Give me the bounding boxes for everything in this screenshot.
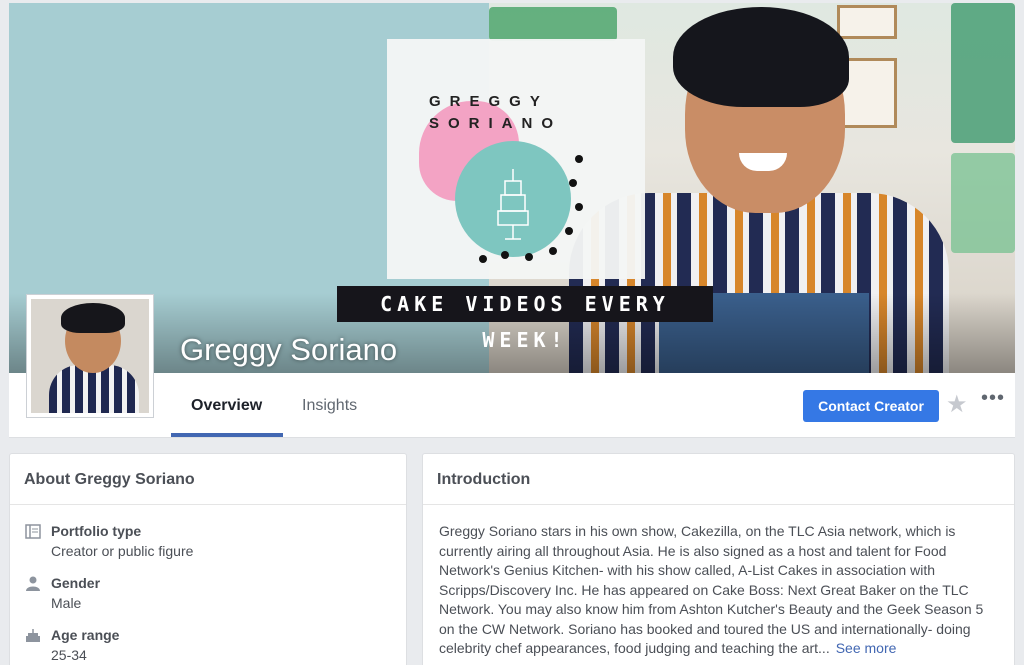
about-value: 25-34 xyxy=(51,647,87,663)
cake-logo-icon xyxy=(497,169,529,240)
introduction-card: Introduction Greggy Soriano stars in his… xyxy=(422,453,1015,665)
decor-dot xyxy=(501,251,509,259)
more-options-icon[interactable]: ••• xyxy=(981,387,1005,410)
decor-dot xyxy=(569,179,577,187)
cake-icon xyxy=(24,628,42,644)
profile-nav: Overview Insights Contact Creator ★ ••• xyxy=(9,373,1015,438)
person-hair xyxy=(673,7,849,107)
see-more-link[interactable]: See more xyxy=(836,640,897,656)
about-card: About Greggy Soriano Portfolio type Crea… xyxy=(9,453,407,665)
cover-banner: CAKE VIDEOS EVERY WEEK! xyxy=(337,286,713,352)
portfolio-icon xyxy=(24,524,42,540)
plant-decor xyxy=(489,7,617,41)
decor-dot xyxy=(479,255,487,263)
introduction-title: Introduction xyxy=(423,454,1014,505)
about-value: Creator or public figure xyxy=(51,543,194,559)
star-icon[interactable]: ★ xyxy=(946,390,968,419)
decor-dot xyxy=(575,203,583,211)
tab-overview[interactable]: Overview xyxy=(191,397,262,415)
about-label: Gender xyxy=(51,575,101,591)
avatar[interactable] xyxy=(26,294,154,418)
plant-decor xyxy=(951,153,1015,253)
decor-dot xyxy=(549,247,557,255)
contact-creator-button[interactable]: Contact Creator xyxy=(803,390,939,422)
decor-dot xyxy=(565,227,573,235)
decor-dot xyxy=(575,155,583,163)
active-tab-indicator xyxy=(171,433,283,437)
wall-frame xyxy=(837,5,897,39)
plant-decor xyxy=(951,3,1015,143)
person-icon xyxy=(24,576,42,592)
decor-dot xyxy=(525,253,533,261)
introduction-body: Greggy Soriano stars in his own show, Ca… xyxy=(439,523,984,656)
tab-insights[interactable]: Insights xyxy=(302,397,357,415)
avatar-image xyxy=(31,299,149,413)
about-label: Age range xyxy=(51,627,120,643)
cover-photo[interactable]: GREGGY SORIANO CAKE VIDEOS EVERY WEEK! G… xyxy=(9,3,1015,373)
avatar-hair xyxy=(61,303,125,333)
about-title: About Greggy Soriano xyxy=(10,454,406,505)
about-label: Portfolio type xyxy=(51,523,142,539)
introduction-text: Greggy Soriano stars in his own show, Ca… xyxy=(439,522,999,659)
page-title[interactable]: Greggy Soriano xyxy=(180,332,397,368)
brand-name-line1: GREGGY xyxy=(429,93,549,110)
brand-name-line2: SORIANO xyxy=(429,115,563,132)
about-value: Male xyxy=(51,595,82,611)
